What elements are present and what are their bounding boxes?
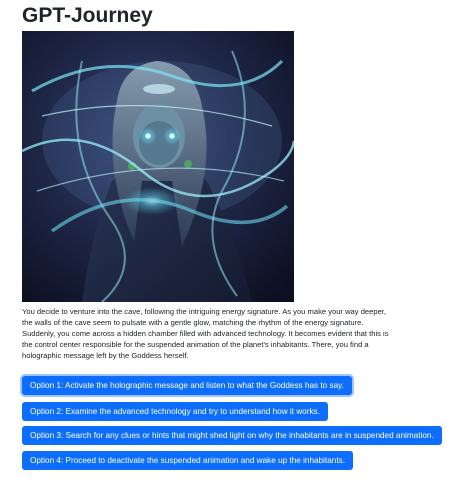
page-title: GPT-Journey [22,4,153,27]
option-2-button[interactable]: Option 2: Examine the advanced technolog… [22,402,328,421]
option-1-button[interactable]: Option 1: Activate the holographic messa… [22,376,352,395]
story-text: You decide to venture into the cave, fol… [22,307,389,360]
page: GPT-Journey You decide to venture into t… [0,0,452,484]
option-3-button[interactable]: Option 3: Search for any clues or hints … [22,426,442,445]
option-4-button[interactable]: Option 4: Proceed to deactivate the susp… [22,451,353,470]
scene-image [22,31,294,302]
